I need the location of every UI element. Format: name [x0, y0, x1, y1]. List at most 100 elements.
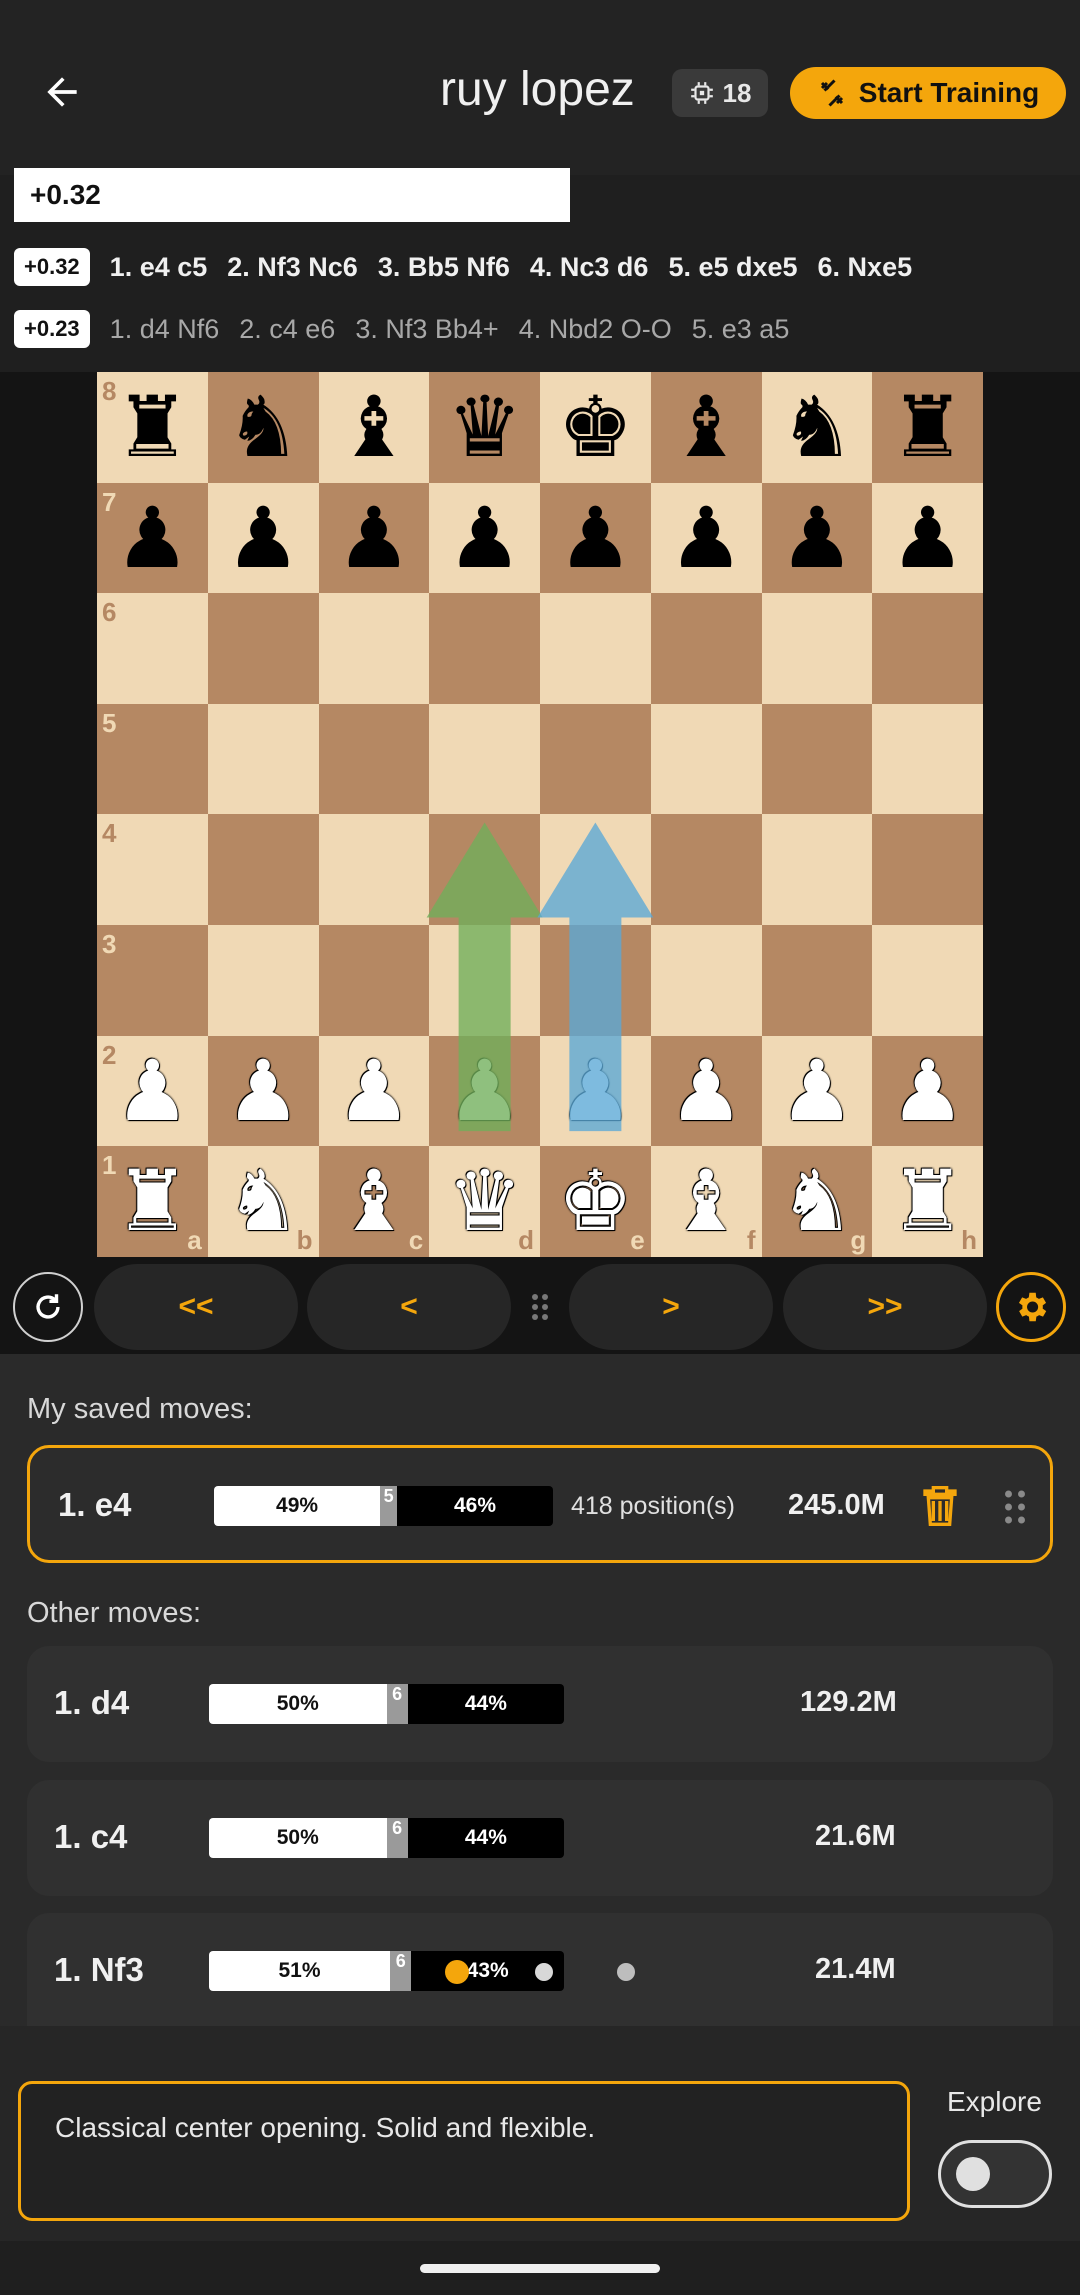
square-a4[interactable]: 4	[97, 814, 208, 925]
square-e4[interactable]	[540, 814, 651, 925]
reorder-handle-icon[interactable]	[1002, 1488, 1028, 1531]
square-a1[interactable]: 1 a ♜	[97, 1146, 208, 1257]
square-g3[interactable]	[761, 924, 873, 1036]
square-c4[interactable]	[318, 814, 430, 925]
black-pawn-piece[interactable]: ♟	[115, 496, 190, 580]
square-c8[interactable]: ♝	[318, 372, 430, 483]
square-f6[interactable]	[650, 593, 762, 704]
black-knight-piece[interactable]: ♞	[225, 385, 300, 469]
line-move[interactable]: 2. Nf3 Nc6	[227, 252, 358, 283]
square-d3[interactable]	[429, 924, 540, 1036]
square-g2[interactable]: ♟	[761, 1035, 873, 1147]
square-c2[interactable]: ♟	[318, 1035, 430, 1147]
drag-handle-icon[interactable]	[528, 1292, 552, 1327]
slider-handle[interactable]	[445, 1960, 469, 1984]
square-b7[interactable]: ♟	[207, 482, 319, 594]
square-c3[interactable]	[318, 924, 430, 1036]
square-a2[interactable]: 2 ♟	[97, 1035, 208, 1147]
black-pawn-piece[interactable]: ♟	[336, 496, 411, 580]
other-move-card[interactable]: 1. c4 50% 6 44% 21.6M	[27, 1780, 1053, 1896]
move-comment-field[interactable]: Classical center opening. Solid and flex…	[18, 2081, 910, 2221]
square-e1[interactable]: e ♚	[540, 1146, 651, 1257]
line-move[interactable]: 5. e5 dxe5	[668, 252, 797, 283]
next-move-button[interactable]: >	[569, 1264, 773, 1350]
white-queen-piece[interactable]: ♛	[447, 1159, 522, 1243]
square-g7[interactable]: ♟	[761, 482, 873, 594]
square-d4[interactable]	[429, 814, 540, 925]
square-a8[interactable]: 8 ♜	[97, 372, 208, 483]
square-a7[interactable]: 7 ♟	[97, 482, 208, 594]
white-knight-piece[interactable]: ♞	[225, 1159, 300, 1243]
settings-button[interactable]	[996, 1272, 1066, 1342]
square-c6[interactable]	[318, 593, 430, 704]
square-e5[interactable]	[540, 703, 651, 815]
square-a3[interactable]: 3	[97, 924, 208, 1036]
chess-board[interactable]: 8 ♜ ♞ ♝ ♛ ♚ ♝ ♞ ♜ 7 ♟ ♟ ♟ ♟ ♟ ♟ ♟ ♟ 6 5 4 3 2 ♟ ♟ ♟ ♟ ♟ ♟ ♟ ♟ 1 a ♜ b ♞ c ♝ d ♛…	[97, 372, 983, 1257]
square-e2[interactable]: ♟	[540, 1035, 651, 1147]
white-pawn-piece[interactable]: ♟	[779, 1049, 854, 1133]
square-e6[interactable]	[540, 593, 651, 704]
line-move[interactable]: 4. Nc3 d6	[530, 252, 649, 283]
square-g6[interactable]	[761, 593, 873, 704]
square-e3[interactable]	[540, 924, 651, 1036]
square-d7[interactable]: ♟	[429, 482, 540, 594]
start-training-button[interactable]: Start Training	[790, 67, 1066, 119]
square-b5[interactable]	[207, 703, 319, 815]
square-c7[interactable]: ♟	[318, 482, 430, 594]
first-move-button[interactable]: <<	[94, 1264, 298, 1350]
square-f2[interactable]: ♟	[650, 1035, 762, 1147]
square-d1[interactable]: d ♛	[429, 1146, 540, 1257]
square-f1[interactable]: f ♝	[650, 1146, 762, 1257]
line-move[interactable]: 1. d4 Nf6	[110, 314, 220, 345]
black-rook-piece[interactable]: ♜	[115, 385, 190, 469]
black-queen-piece[interactable]: ♛	[447, 385, 522, 469]
white-king-piece[interactable]: ♚	[558, 1159, 633, 1243]
square-e7[interactable]: ♟	[540, 482, 651, 594]
square-f3[interactable]	[650, 924, 762, 1036]
white-pawn-piece[interactable]: ♟	[336, 1049, 411, 1133]
square-b1[interactable]: b ♞	[207, 1146, 319, 1257]
engine-depth-chip[interactable]: 18	[672, 69, 768, 117]
square-h4[interactable]	[872, 814, 983, 925]
square-d5[interactable]	[429, 703, 540, 815]
white-rook-piece[interactable]: ♜	[115, 1159, 190, 1243]
white-knight-piece[interactable]: ♞	[779, 1159, 854, 1243]
square-h3[interactable]	[872, 924, 983, 1036]
line-move[interactable]: 1. e4 c5	[110, 252, 208, 283]
engine-line-2[interactable]: +0.23 1. d4 Nf6 2. c4 e6 3. Nf3 Bb4+ 4. …	[14, 309, 789, 349]
black-bishop-piece[interactable]: ♝	[668, 385, 743, 469]
black-pawn-piece[interactable]: ♟	[668, 496, 743, 580]
square-b4[interactable]	[207, 814, 319, 925]
black-pawn-piece[interactable]: ♟	[779, 496, 854, 580]
white-pawn-piece[interactable]: ♟	[558, 1049, 633, 1133]
square-c5[interactable]	[318, 703, 430, 815]
square-f8[interactable]: ♝	[650, 372, 762, 483]
square-h8[interactable]: ♜	[872, 372, 983, 483]
square-b6[interactable]	[207, 593, 319, 704]
black-king-piece[interactable]: ♚	[558, 385, 633, 469]
last-move-button[interactable]: >>	[783, 1264, 987, 1350]
flip-refresh-button[interactable]	[13, 1272, 83, 1342]
slider-handle[interactable]	[617, 1963, 635, 1981]
engine-line-1[interactable]: +0.32 1. e4 c5 2. Nf3 Nc6 3. Bb5 Nf6 4. …	[14, 247, 912, 287]
square-h5[interactable]	[872, 703, 983, 815]
square-h6[interactable]	[872, 593, 983, 704]
square-g1[interactable]: g ♞	[761, 1146, 873, 1257]
other-move-card[interactable]: 1. d4 50% 6 44% 129.2M	[27, 1646, 1053, 1762]
back-button[interactable]	[30, 60, 94, 124]
square-g5[interactable]	[761, 703, 873, 815]
square-c1[interactable]: c ♝	[318, 1146, 430, 1257]
square-a6[interactable]: 6	[97, 593, 208, 704]
previous-move-button[interactable]: <	[307, 1264, 511, 1350]
white-pawn-piece[interactable]: ♟	[225, 1049, 300, 1133]
black-bishop-piece[interactable]: ♝	[336, 385, 411, 469]
white-pawn-piece[interactable]: ♟	[115, 1049, 190, 1133]
slider-handle[interactable]	[535, 1963, 553, 1981]
square-h2[interactable]: ♟	[872, 1035, 983, 1147]
black-pawn-piece[interactable]: ♟	[890, 496, 965, 580]
square-g4[interactable]	[761, 814, 873, 925]
black-pawn-piece[interactable]: ♟	[558, 496, 633, 580]
line-move[interactable]: 3. Nf3 Bb4+	[355, 314, 498, 345]
white-rook-piece[interactable]: ♜	[890, 1159, 965, 1243]
square-d2[interactable]: ♟	[429, 1035, 540, 1147]
